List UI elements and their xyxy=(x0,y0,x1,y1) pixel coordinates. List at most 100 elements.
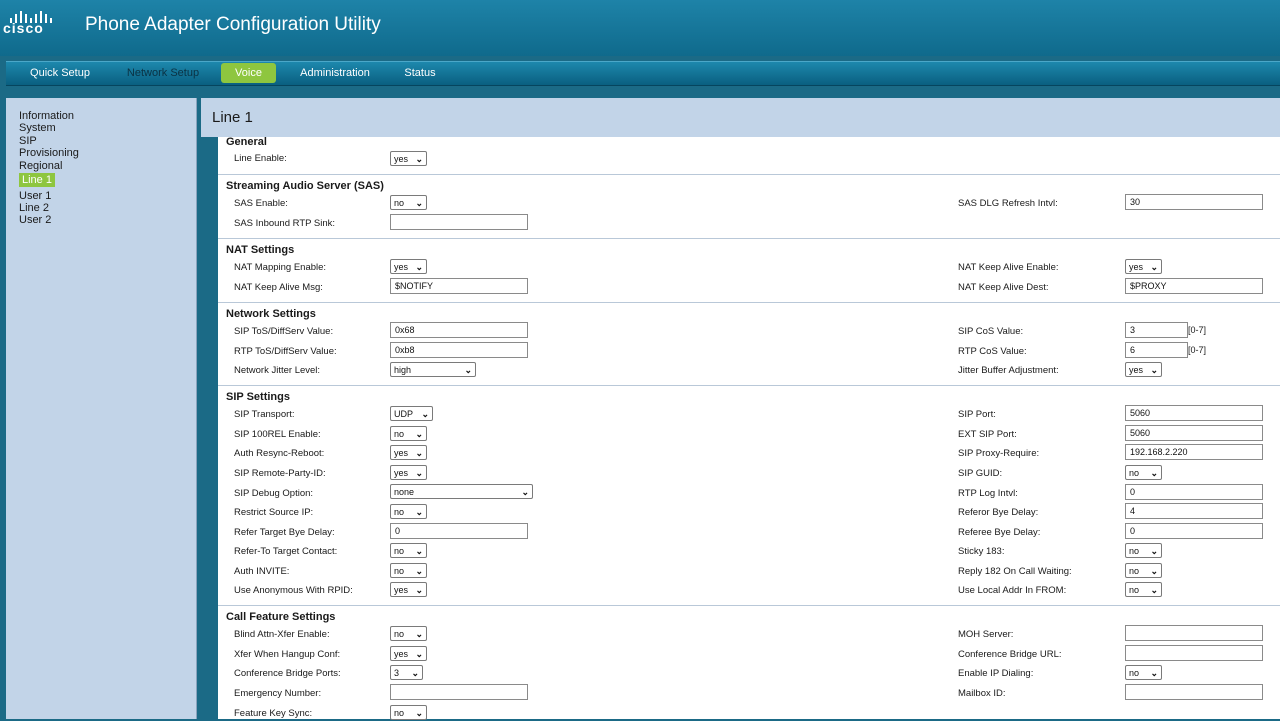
sidebar-item-system[interactable]: System xyxy=(19,122,56,134)
page-title: Line 1 xyxy=(212,109,253,126)
select-value: no xyxy=(394,198,405,208)
chevron-down-icon: ⌄ xyxy=(1150,365,1158,375)
sidebar-item-line-2[interactable]: Line 2 xyxy=(19,202,49,214)
jitter-level-select[interactable]: high ⌄ xyxy=(390,362,476,377)
referor-bye-input[interactable]: 4 xyxy=(1125,503,1263,519)
auth-invite-select[interactable]: no ⌄ xyxy=(390,563,427,578)
refer-target-bye-input[interactable]: 0 xyxy=(390,523,528,539)
sip-guid-select[interactable]: no ⌄ xyxy=(1125,465,1162,480)
select-value: none xyxy=(394,487,415,497)
jitter-adj-select[interactable]: yes ⌄ xyxy=(1125,362,1162,377)
field-label: Conference Bridge URL: xyxy=(958,649,1062,660)
select-value: no xyxy=(1129,546,1140,556)
moh-server-input[interactable] xyxy=(1125,625,1263,641)
sas-enable-select[interactable]: no ⌄ xyxy=(390,195,427,210)
field-label: Blind Attn-Xfer Enable: xyxy=(234,629,330,640)
refer-to-target-select[interactable]: no ⌄ xyxy=(390,543,427,558)
tab-voice[interactable]: Voice xyxy=(221,63,276,83)
divider xyxy=(218,605,1280,606)
sip-port-input[interactable]: 5060 xyxy=(1125,405,1263,421)
chevron-down-icon: ⌄ xyxy=(1150,585,1158,595)
chevron-down-icon: ⌄ xyxy=(421,409,429,419)
section-title-sip: SIP Settings xyxy=(226,391,290,403)
field-label: Emergency Number: xyxy=(234,688,322,699)
tab-network-setup[interactable]: Network Setup xyxy=(123,62,203,85)
sip-tos-input[interactable]: 0x68 xyxy=(390,322,528,338)
select-value: yes xyxy=(394,448,409,458)
select-value: yes xyxy=(394,154,409,164)
chevron-down-icon: ⌄ xyxy=(415,507,423,517)
tab-administration[interactable]: Administration xyxy=(296,62,374,85)
field-label: RTP Log Intvl: xyxy=(958,488,1018,499)
chevron-down-icon: ⌄ xyxy=(415,429,423,439)
line-enable-select[interactable]: yes ⌄ xyxy=(390,151,427,166)
sip-100rel-select[interactable]: no ⌄ xyxy=(390,426,427,441)
select-value: no xyxy=(394,429,405,439)
select-value: high xyxy=(394,365,412,375)
chevron-down-icon: ⌄ xyxy=(411,668,419,678)
sas-inbound-input[interactable] xyxy=(390,214,528,230)
ip-dialing-select[interactable]: no ⌄ xyxy=(1125,665,1162,680)
nat-keepalive-dest-input[interactable]: $PROXY xyxy=(1125,278,1263,294)
field-label: Referor Bye Delay: xyxy=(958,507,1039,518)
referee-bye-input[interactable]: 0 xyxy=(1125,523,1263,539)
conf-bridge-url-input[interactable] xyxy=(1125,645,1263,661)
section-title-call-features: Call Feature Settings xyxy=(226,611,336,623)
field-label: MOH Server: xyxy=(958,629,1014,640)
mailbox-id-input[interactable] xyxy=(1125,684,1263,700)
select-value: no xyxy=(394,566,405,576)
sip-proxy-require-input[interactable]: 192.168.2.220 xyxy=(1125,444,1263,460)
reply182-select[interactable]: no ⌄ xyxy=(1125,563,1162,578)
sidebar-item-information[interactable]: Information xyxy=(19,110,74,122)
tab-quick-setup[interactable]: Quick Setup xyxy=(24,62,96,85)
nat-keepalive-msg-input[interactable]: $NOTIFY xyxy=(390,278,528,294)
sidebar-item-line-1[interactable]: Line 1 xyxy=(19,173,55,187)
tab-status[interactable]: Status xyxy=(403,62,437,85)
sidebar-item-regional[interactable]: Regional xyxy=(19,160,62,172)
field-label: Xfer When Hangup Conf: xyxy=(234,649,341,660)
select-value: yes xyxy=(394,262,409,272)
sidebar-item-user-1[interactable]: User 1 xyxy=(19,190,51,202)
sidebar-item-provisioning[interactable]: Provisioning xyxy=(19,147,79,159)
sidebar-item-sip[interactable]: SIP xyxy=(19,135,37,147)
auth-resync-select[interactable]: yes ⌄ xyxy=(390,445,427,460)
field-label: Mailbox ID: xyxy=(958,688,1006,699)
remote-party-select[interactable]: yes ⌄ xyxy=(390,465,427,480)
rtp-log-input[interactable]: 0 xyxy=(1125,484,1263,500)
field-label: SIP Transport: xyxy=(234,409,295,420)
chevron-down-icon: ⌄ xyxy=(415,198,423,208)
chevron-down-icon: ⌄ xyxy=(1150,468,1158,478)
emergency-number-input[interactable] xyxy=(390,684,528,700)
field-label: Use Local Addr In FROM: xyxy=(958,585,1067,596)
nat-mapping-select[interactable]: yes ⌄ xyxy=(390,259,427,274)
anon-rpid-select[interactable]: yes ⌄ xyxy=(390,582,427,597)
select-value: 3 xyxy=(394,668,400,678)
xfer-hangup-select[interactable]: yes ⌄ xyxy=(390,646,427,661)
rtp-tos-input[interactable]: 0xb8 xyxy=(390,342,528,358)
select-value: no xyxy=(1129,668,1140,678)
sip-transport-select[interactable]: UDP ⌄ xyxy=(390,406,433,421)
local-addr-select[interactable]: no ⌄ xyxy=(1125,582,1162,597)
conf-ports-select[interactable]: 3 ⌄ xyxy=(390,665,423,680)
feature-sync-select[interactable]: no ⌄ xyxy=(390,705,427,720)
field-label: Feature Key Sync: xyxy=(234,708,313,719)
field-label: Auth Resync-Reboot: xyxy=(234,448,325,459)
divider xyxy=(218,238,1280,239)
field-label: Jitter Buffer Adjustment: xyxy=(958,365,1059,376)
rtp-cos-input[interactable]: 6 xyxy=(1125,342,1188,358)
field-label: SAS Enable: xyxy=(234,198,288,209)
restrict-ip-select[interactable]: no ⌄ xyxy=(390,504,427,519)
field-label: Use Anonymous With RPID: xyxy=(234,585,353,596)
field-label: SIP Debug Option: xyxy=(234,488,314,499)
blind-xfer-select[interactable]: no ⌄ xyxy=(390,626,427,641)
sidebar-item-user-2[interactable]: User 2 xyxy=(19,214,51,226)
sticky183-select[interactable]: no ⌄ xyxy=(1125,543,1162,558)
field-label: Line Enable: xyxy=(234,153,287,164)
nat-keepalive-enable-select[interactable]: yes ⌄ xyxy=(1125,259,1162,274)
sip-debug-select[interactable]: none ⌄ xyxy=(390,484,533,499)
sas-dlg-refresh-input[interactable]: 30 xyxy=(1125,194,1263,210)
sip-cos-input[interactable]: 3 xyxy=(1125,322,1188,338)
settings-panel: General Line Enable: yes ⌄ Streaming Audi… xyxy=(218,136,1280,720)
chevron-down-icon: ⌄ xyxy=(415,629,423,639)
ext-sip-port-input[interactable]: 5060 xyxy=(1125,425,1263,441)
